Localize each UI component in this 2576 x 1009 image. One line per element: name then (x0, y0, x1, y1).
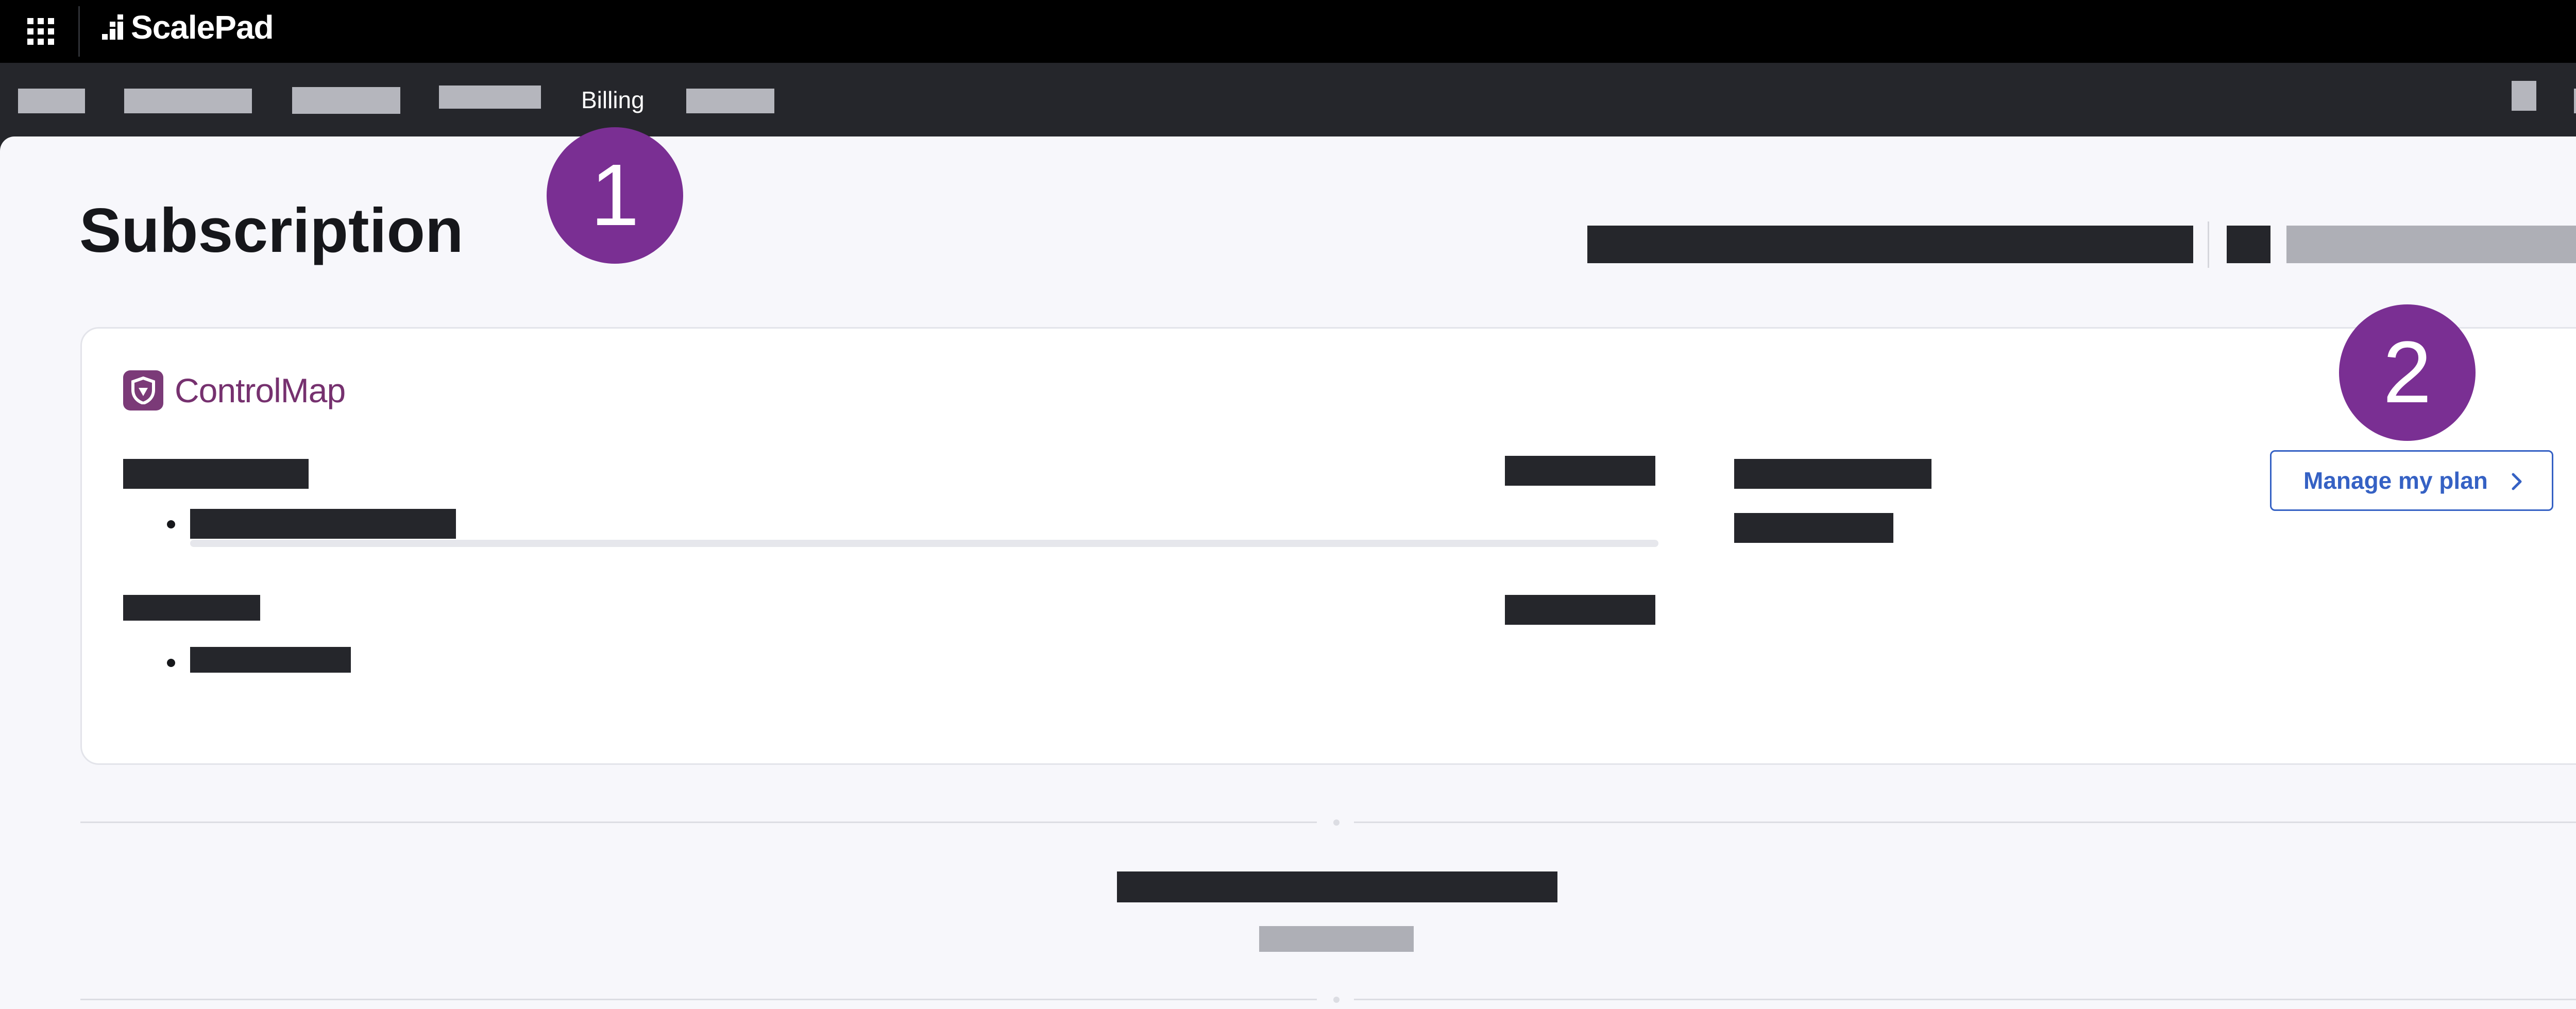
scalepad-logo[interactable]: ScalePad (102, 9, 274, 46)
manage-plan-label: Manage my plan (2303, 467, 2488, 494)
header-divider (2208, 221, 2209, 268)
nav-item-billing[interactable]: Billing (581, 84, 645, 115)
section-subtext-redacted (1259, 926, 1414, 952)
divider-dot (1333, 997, 1340, 1003)
nav-item-redacted-5[interactable] (686, 89, 774, 113)
topbar-divider (78, 6, 80, 57)
plan-name-redacted (123, 459, 309, 489)
section-divider (80, 999, 1317, 1000)
step-marker-2: 2 (2339, 304, 2476, 441)
section-divider (1354, 822, 2576, 823)
page-title: Subscription (79, 195, 464, 265)
usage-progress-track (190, 540, 1658, 547)
shield-icon (123, 370, 163, 411)
billing-period-redacted (1734, 513, 1893, 543)
header-info-redacted (1587, 226, 2193, 263)
scalepad-logo-icon (102, 14, 128, 40)
chevron-right-icon (2512, 473, 2522, 490)
main-content: Subscription ControlMap Manage my plan (0, 136, 2576, 1009)
nav-item-redacted-2[interactable] (124, 89, 252, 113)
bullet (167, 520, 175, 528)
plan-detail-redacted (190, 509, 456, 539)
plan-price-redacted (1505, 456, 1655, 486)
product-name: ControlMap (175, 371, 346, 409)
header-icon-redacted[interactable] (2227, 226, 2270, 263)
section-heading-redacted (1117, 871, 1557, 902)
nav-item-redacted-1[interactable] (18, 89, 85, 113)
nav-item-redacted-3[interactable] (292, 87, 400, 114)
apps-grid-icon[interactable] (27, 18, 54, 45)
nav-account-redacted[interactable] (2574, 89, 2576, 113)
brand-name: ScalePad (131, 9, 274, 46)
section-divider (1354, 999, 2576, 1000)
controlmap-logo: ControlMap (123, 370, 346, 411)
top-bar: ScalePad (0, 0, 2576, 63)
nav-item-redacted-4[interactable] (439, 85, 541, 109)
subscription-card: ControlMap Manage my plan (80, 327, 2576, 765)
step-marker-1: 1 (547, 127, 683, 264)
billing-total-redacted (1734, 459, 1931, 489)
addon-name-redacted (123, 595, 260, 621)
header-link-redacted[interactable] (2286, 226, 2576, 263)
divider-dot (1333, 819, 1340, 826)
manage-plan-button[interactable]: Manage my plan (2270, 450, 2553, 511)
bullet (167, 659, 175, 667)
section-divider (80, 822, 1317, 823)
main-nav: Billing (0, 63, 2576, 136)
addon-price-redacted (1505, 595, 1655, 625)
addon-detail-redacted (190, 647, 351, 673)
nav-icon-redacted[interactable] (2512, 81, 2536, 111)
